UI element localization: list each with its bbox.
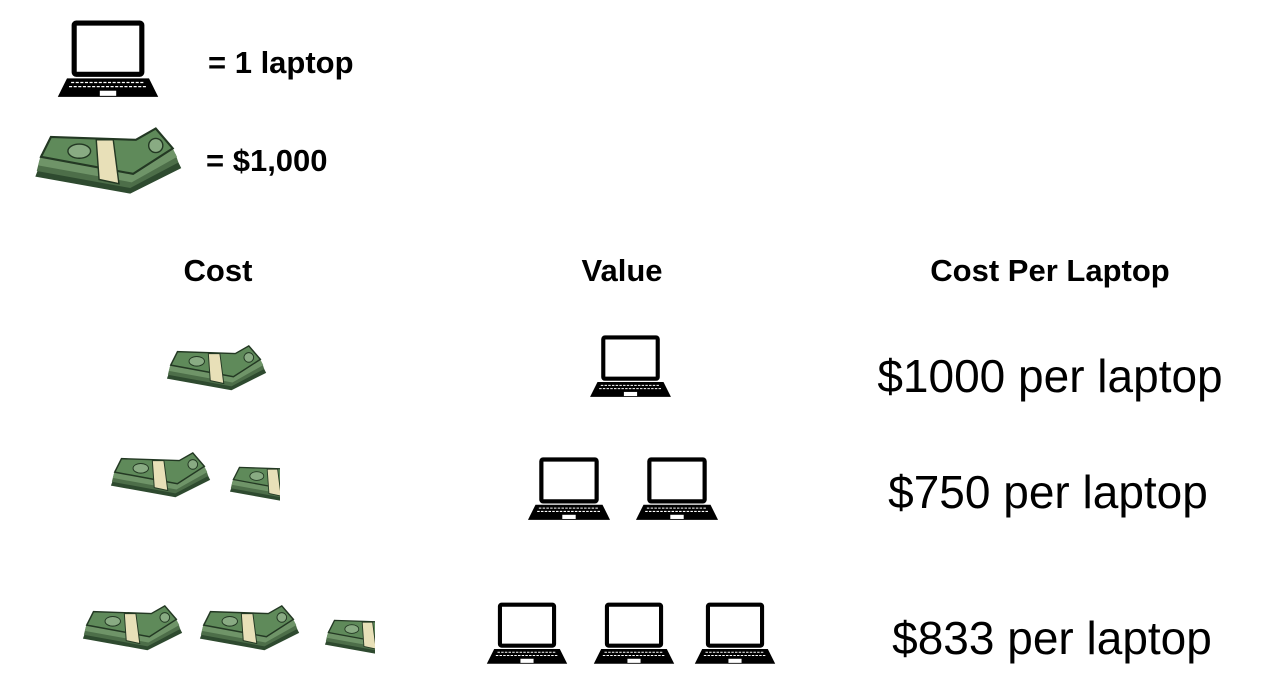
money-stack-icon (82, 605, 183, 651)
laptop-icon (55, 20, 161, 102)
money-stack-icon (166, 345, 267, 391)
cost-per-laptop-value: $1000 per laptop (877, 350, 1223, 402)
cost-per-laptop-value: $833 per laptop (892, 612, 1212, 664)
header-value: Value (581, 253, 663, 288)
money-stack-icon (110, 452, 211, 498)
legend-laptop-label: = 1 laptop (208, 45, 354, 80)
table-row: $833 per laptop (0, 590, 1268, 695)
laptop-icon (635, 457, 719, 524)
money-stack-icon (324, 614, 375, 656)
money-stack-icon (34, 127, 183, 195)
money-stack-icon (199, 605, 300, 651)
laptop-icon (589, 335, 672, 401)
laptop-icon (486, 602, 568, 668)
header-cost: Cost (183, 253, 253, 288)
laptop-icon (527, 457, 611, 524)
table-row: $750 per laptop (0, 445, 1268, 540)
legend-money-label: = $1,000 (206, 143, 328, 178)
header-cost-per-laptop: Cost Per Laptop (930, 253, 1170, 288)
table-row: $1000 per laptop (0, 325, 1268, 415)
legend: = 1 laptop = $1,000 (0, 0, 420, 210)
partial-money-stack (315, 610, 375, 662)
cost-per-laptop-value: $750 per laptop (888, 466, 1208, 518)
money-stack-icon (229, 461, 280, 503)
laptop-icon (694, 602, 776, 668)
laptop-icon (593, 602, 675, 668)
partial-money-stack (220, 457, 280, 509)
